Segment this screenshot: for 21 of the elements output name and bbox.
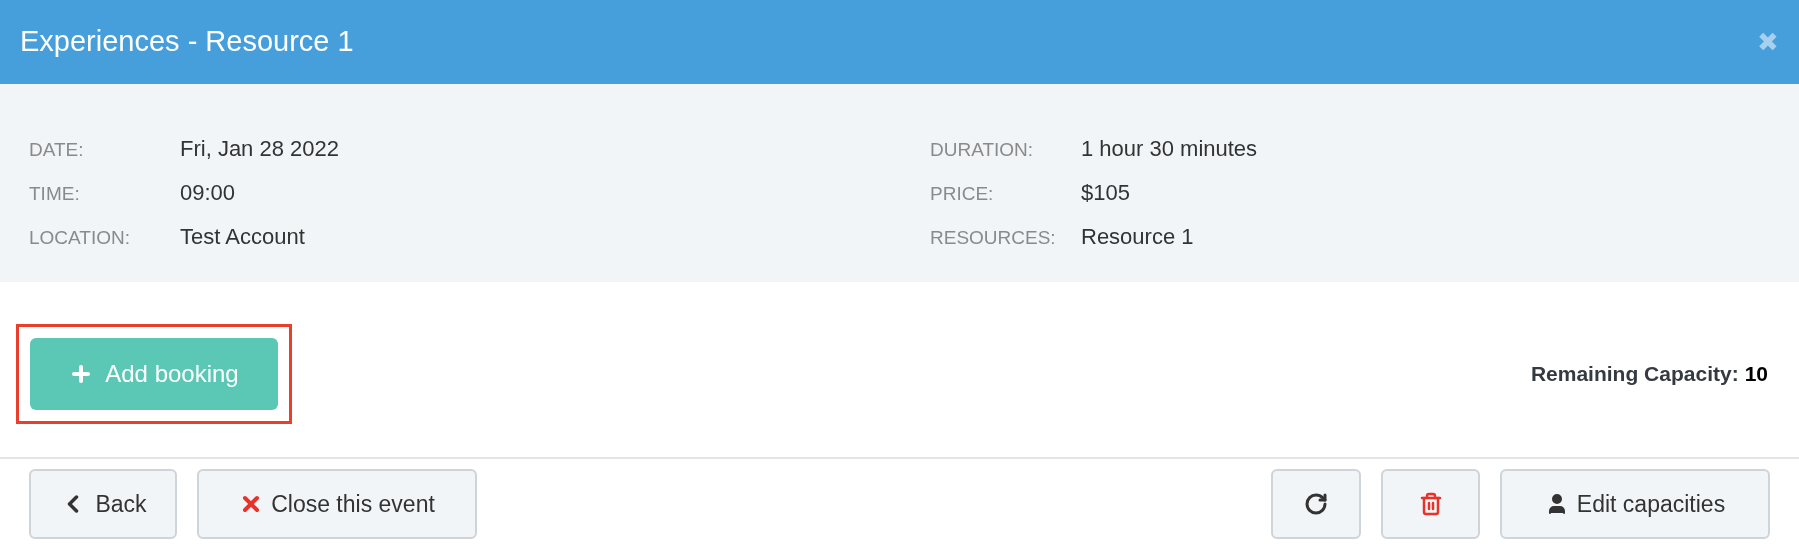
capacity-value: 10 — [1744, 360, 1768, 387]
field-value: $105 — [1081, 179, 1130, 207]
field-value: Resource 1 — [1081, 223, 1194, 251]
footer-button[interactable]: Back — [29, 469, 177, 539]
field-label: DATE: — [29, 138, 85, 162]
field-value: 09:00 — [180, 179, 236, 207]
field-label: DURATION: — [930, 138, 1035, 162]
field-label: TIME: — [29, 182, 81, 206]
field-value: 1 hour 30 minutes — [1081, 135, 1258, 163]
field-value: Fri, Jan 28 2022 — [180, 135, 339, 163]
field-value: Test Account — [180, 223, 305, 251]
footer-button[interactable]: Close this event — [197, 469, 477, 539]
footer-button[interactable]: Edit capacities — [1500, 469, 1770, 539]
trash-icon — [1418, 492, 1443, 516]
field-label: PRICE: — [930, 182, 995, 206]
capacity-label: Remaining Capacity: — [1530, 360, 1739, 387]
field-label: LOCATION: — [29, 226, 131, 250]
icon-button[interactable] — [1271, 469, 1361, 539]
window-title: Experiences - Resource 1 — [20, 24, 354, 60]
field-label: RESOURCES: — [930, 226, 1057, 250]
refresh-icon — [1304, 492, 1328, 516]
